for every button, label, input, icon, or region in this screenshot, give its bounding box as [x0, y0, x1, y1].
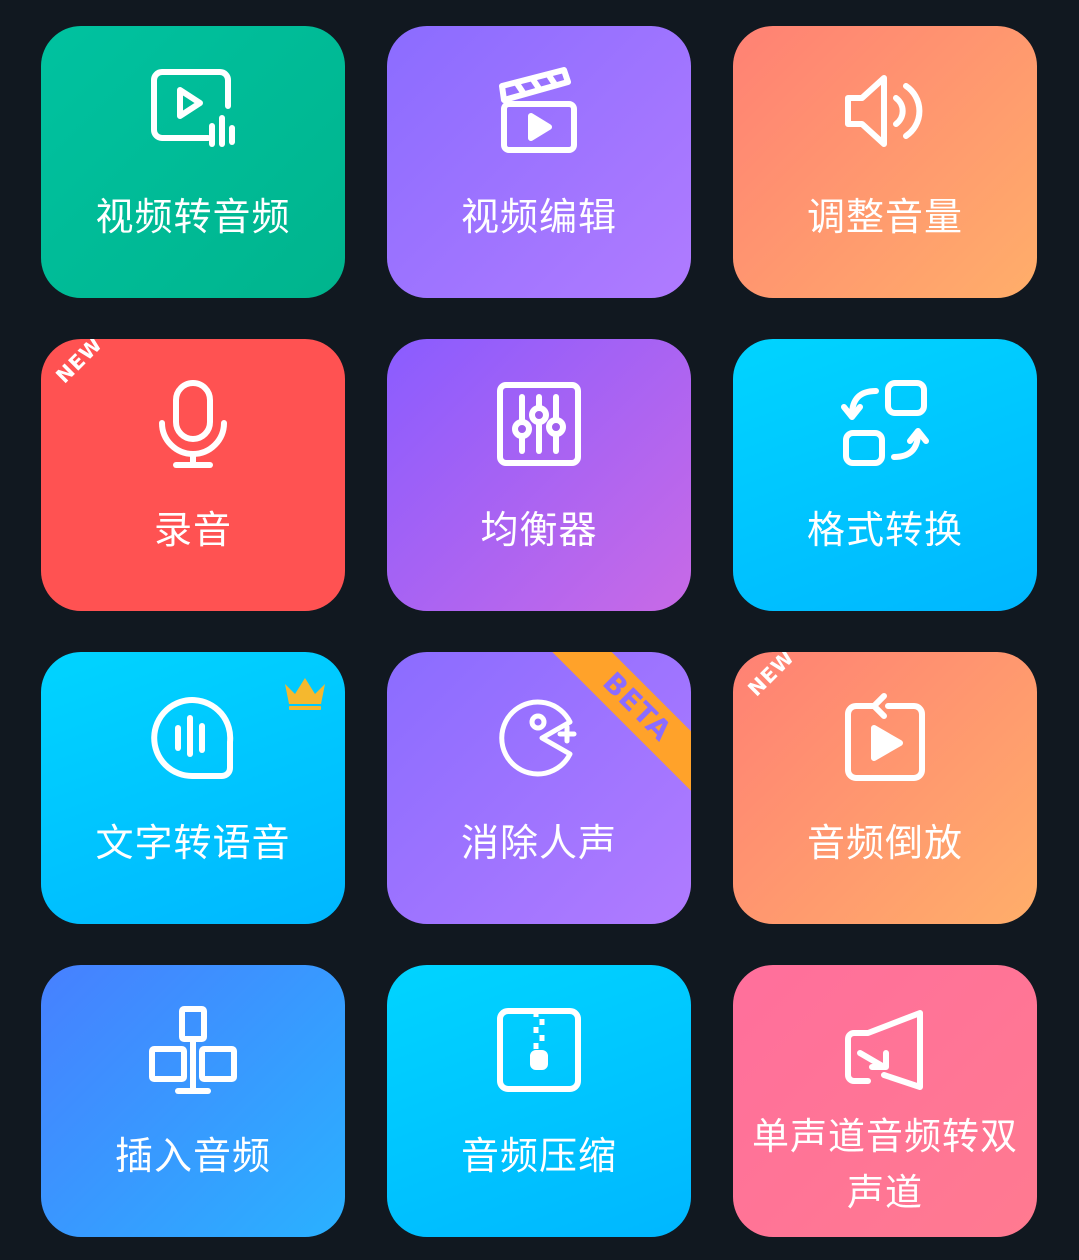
tile-label: 格式转换	[806, 508, 963, 552]
tile-label: 视频编辑	[460, 195, 617, 239]
tile-label: 音频压缩	[460, 1134, 617, 1178]
equalizer-icon	[494, 379, 584, 469]
tile-label: 视频转音频	[95, 195, 291, 239]
format-convert-icon	[840, 379, 930, 469]
reverse-audio-icon	[840, 692, 930, 782]
tile-insert-audio[interactable]: 插入音频	[41, 965, 345, 1237]
tile-video-edit[interactable]: 视频编辑	[387, 26, 691, 298]
tile-label: 单声道音频转双声道	[752, 1115, 1018, 1214]
microphone-icon	[148, 379, 238, 469]
tile-audio-compress[interactable]: 音频压缩	[387, 965, 691, 1237]
tile-format-convert[interactable]: 格式转换	[733, 339, 1037, 611]
tile-label: 均衡器	[480, 508, 598, 552]
new-badge: NEW	[743, 652, 800, 701]
tool-grid: 视频转音频 视频编辑 调整音量 NEW 录音 均衡器 格式转换 文字转语音 BE…	[0, 0, 1079, 1260]
mono-to-stereo-icon	[840, 1005, 930, 1095]
tile-label: 文字转语音	[95, 821, 291, 865]
tile-adjust-volume[interactable]: 调整音量	[733, 26, 1037, 298]
remove-vocals-icon	[494, 692, 584, 782]
tile-video-to-audio[interactable]: 视频转音频	[41, 26, 345, 298]
speaker-volume-icon	[840, 66, 930, 156]
tile-equalizer[interactable]: 均衡器	[387, 339, 691, 611]
tile-label: 消除人声	[460, 821, 617, 865]
insert-audio-icon	[148, 1005, 238, 1095]
clapperboard-icon	[494, 66, 584, 156]
tile-label: 插入音频	[114, 1134, 271, 1178]
tile-reverse-audio[interactable]: NEW 音频倒放	[733, 652, 1037, 924]
tile-label: 调整音量	[806, 195, 963, 239]
crown-icon	[283, 676, 327, 710]
new-badge: NEW	[51, 339, 108, 388]
tile-mono-to-stereo[interactable]: 单声道音频转双声道	[733, 965, 1037, 1237]
text-to-speech-icon	[148, 692, 238, 782]
tile-remove-vocals[interactable]: BETA 消除人声	[387, 652, 691, 924]
tile-record[interactable]: NEW 录音	[41, 339, 345, 611]
video-to-audio-icon	[148, 66, 238, 156]
zip-compress-icon	[494, 1005, 584, 1095]
tile-label: 录音	[153, 508, 232, 552]
tile-label: 音频倒放	[806, 821, 963, 865]
tile-text-to-speech[interactable]: 文字转语音	[41, 652, 345, 924]
